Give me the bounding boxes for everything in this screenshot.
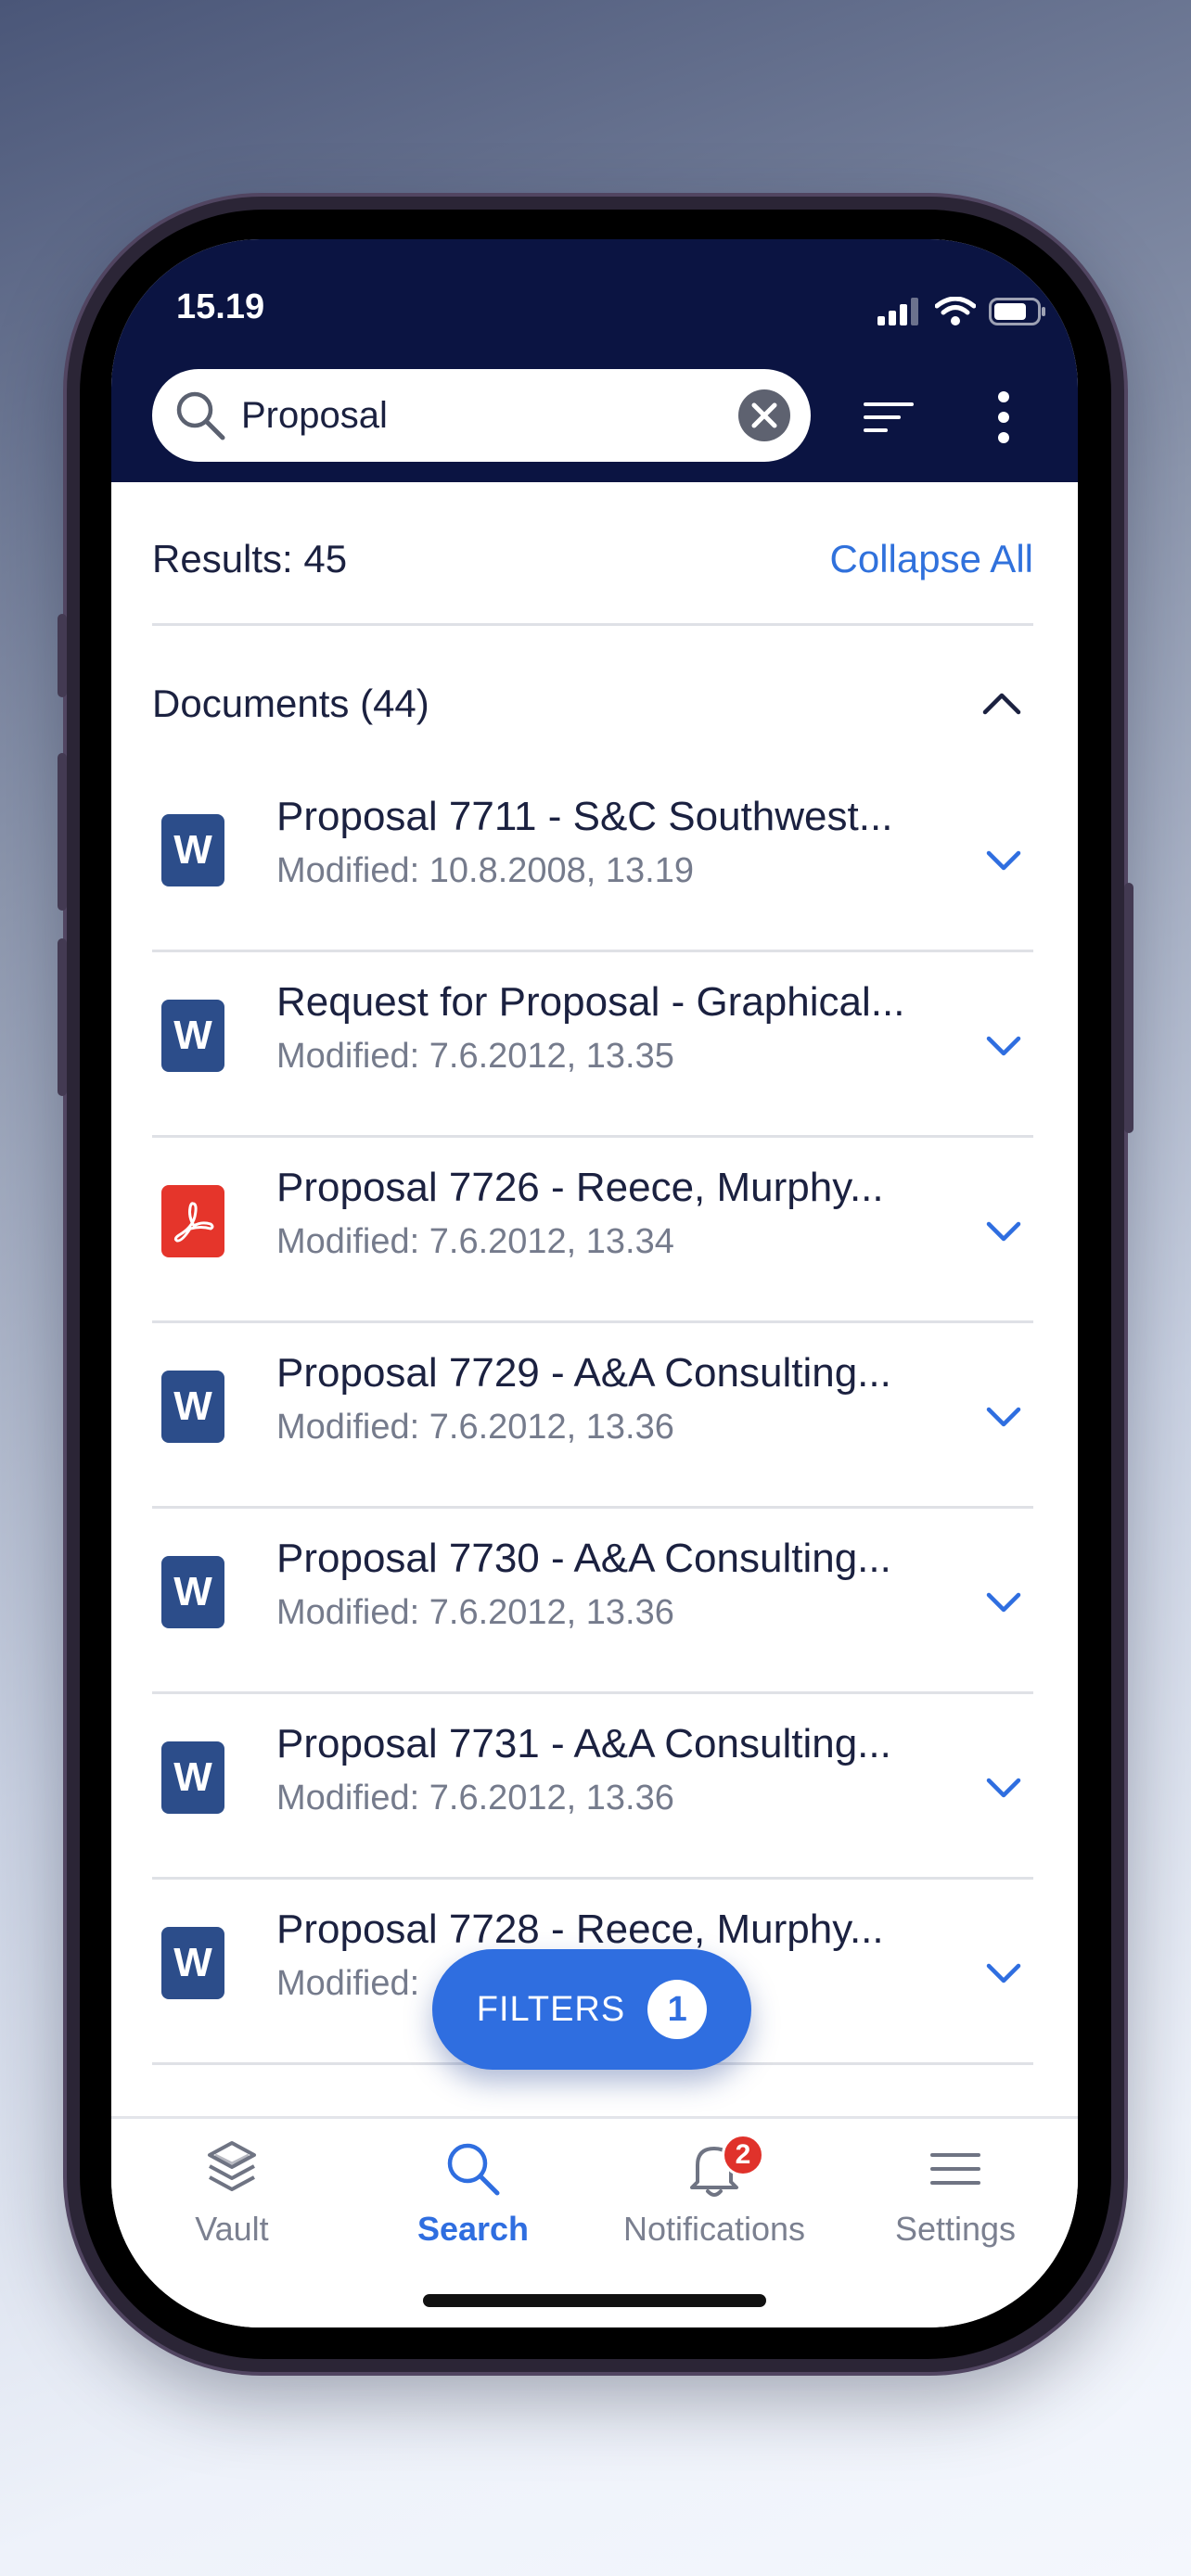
filters-button[interactable]: FILTERS 1 xyxy=(432,1949,751,2070)
document-modified-date: Modified: 7.6.2012, 13.36 xyxy=(276,1779,674,1817)
home-indicator xyxy=(423,2294,766,2307)
document-modified-date: Modified: 7.6.2012, 13.34 xyxy=(276,1222,674,1261)
word-file-icon: W xyxy=(161,1741,224,1814)
document-title: Proposal 7726 - Reece, Murphy... xyxy=(276,1165,884,1210)
tab-label: Search xyxy=(416,2210,530,2248)
filters-label: FILTERS xyxy=(476,1989,626,2029)
tab-settings[interactable]: Settings xyxy=(835,2134,1076,2254)
app-header: 15.19 xyxy=(111,239,1078,482)
tab-label: Settings xyxy=(894,2210,1017,2248)
expand-row-button[interactable] xyxy=(978,1762,1030,1814)
expand-row-button[interactable] xyxy=(978,1020,1030,1072)
tab-vault[interactable]: Vault xyxy=(111,2134,352,2254)
document-modified-date: Modified: 10.8.2008, 13.19 xyxy=(276,851,695,890)
document-row[interactable]: W Proposal 7730 - A&A Consulting... Modifi… xyxy=(152,1508,1033,1693)
results-summary: Results: 45 Collapse All xyxy=(152,525,1033,593)
expand-row-button[interactable] xyxy=(978,1391,1030,1443)
document-row[interactable]: Proposal 7726 - Reece, Murphy... Modified… xyxy=(152,1137,1033,1322)
chevron-down-icon xyxy=(986,1407,1021,1427)
search-icon xyxy=(447,2143,500,2196)
more-vertical-icon xyxy=(998,391,1009,443)
section-title: Documents (44) xyxy=(152,682,429,725)
search-input[interactable] xyxy=(241,389,686,441)
sort-icon xyxy=(864,402,914,432)
sort-button[interactable] xyxy=(859,388,918,447)
pdf-file-icon xyxy=(161,1185,224,1257)
document-modified-date: Modified: 7.6.2012, 13.35 xyxy=(276,1037,674,1076)
document-title: Proposal 7711 - S&C Southwest... xyxy=(276,794,893,839)
search-icon xyxy=(176,391,225,440)
tab-label: Notifications xyxy=(622,2210,806,2248)
document-row[interactable]: W Proposal 7731 - A&A Consulting... Modifi… xyxy=(152,1693,1033,1879)
document-title: Proposal 7730 - A&A Consulting... xyxy=(276,1536,891,1581)
tab-notifications[interactable]: 2 Notifications xyxy=(594,2134,835,2254)
power-button xyxy=(1124,883,1133,1133)
document-title: Proposal 7728 - Reece, Murphy... xyxy=(276,1906,884,1952)
chevron-down-icon xyxy=(986,1592,1021,1613)
expand-row-button[interactable] xyxy=(978,1205,1030,1257)
chevron-down-icon xyxy=(986,1221,1021,1242)
notification-count-badge: 2 xyxy=(722,2134,764,2176)
word-file-icon: W xyxy=(161,1556,224,1628)
filters-count-badge: 1 xyxy=(647,1980,708,2039)
document-row[interactable]: W Request for Proposal - Graphical... Modi… xyxy=(152,951,1033,1137)
more-options-button[interactable] xyxy=(974,388,1033,447)
status-time: 15.19 xyxy=(176,287,265,326)
search-bar[interactable] xyxy=(152,369,811,462)
document-title: Proposal 7729 - A&A Consulting... xyxy=(276,1350,891,1396)
word-file-icon: W xyxy=(161,1927,224,1999)
tab-search[interactable]: Search xyxy=(352,2134,594,2254)
chevron-down-icon xyxy=(986,1963,1021,1983)
wifi-icon xyxy=(935,297,976,325)
document-modified-date: Modified: 7.6.2012, 13.36 xyxy=(276,1593,674,1632)
silent-switch xyxy=(58,614,67,697)
expand-row-button[interactable] xyxy=(978,835,1030,886)
chevron-down-icon xyxy=(986,1036,1021,1056)
documents-section-header[interactable]: Documents (44) xyxy=(152,670,1033,738)
word-file-icon: W xyxy=(161,1000,224,1072)
divider xyxy=(152,623,1033,626)
app-screen: 15.19 Proposal Results: 45 Collapse All … xyxy=(111,239,1078,2327)
collapse-all-button[interactable]: Collapse All xyxy=(830,537,1033,581)
clear-search-icon[interactable] xyxy=(736,388,792,443)
menu-icon xyxy=(930,2153,980,2185)
document-modified-date: Modified: xyxy=(276,1964,420,2003)
chevron-down-icon xyxy=(986,850,1021,871)
tab-label: Vault xyxy=(195,2210,269,2248)
word-file-icon: W xyxy=(161,814,224,886)
volume-up-button xyxy=(58,753,67,911)
document-modified-date: Modified: 7.6.2012, 13.36 xyxy=(276,1408,674,1447)
volume-down-button xyxy=(58,938,67,1096)
cellular-signal-icon xyxy=(877,298,918,325)
results-count: Results: 45 xyxy=(152,537,348,580)
chevron-down-icon xyxy=(986,1778,1021,1798)
word-file-icon: W xyxy=(161,1371,224,1443)
battery-icon xyxy=(989,298,1045,325)
chevron-up-icon[interactable] xyxy=(981,690,1022,718)
document-row[interactable]: W Proposal 7711 - S&C Southwest... Modifie… xyxy=(152,766,1033,951)
document-title: Request for Proposal - Graphical... xyxy=(276,979,905,1025)
document-row[interactable]: W Proposal 7729 - A&A Consulting... Modifi… xyxy=(152,1322,1033,1508)
expand-row-button[interactable] xyxy=(978,1947,1030,1999)
expand-row-button[interactable] xyxy=(978,1576,1030,1628)
document-title: Proposal 7731 - A&A Consulting... xyxy=(276,1721,891,1766)
status-icons xyxy=(877,297,1046,326)
layers-icon xyxy=(208,2141,256,2191)
